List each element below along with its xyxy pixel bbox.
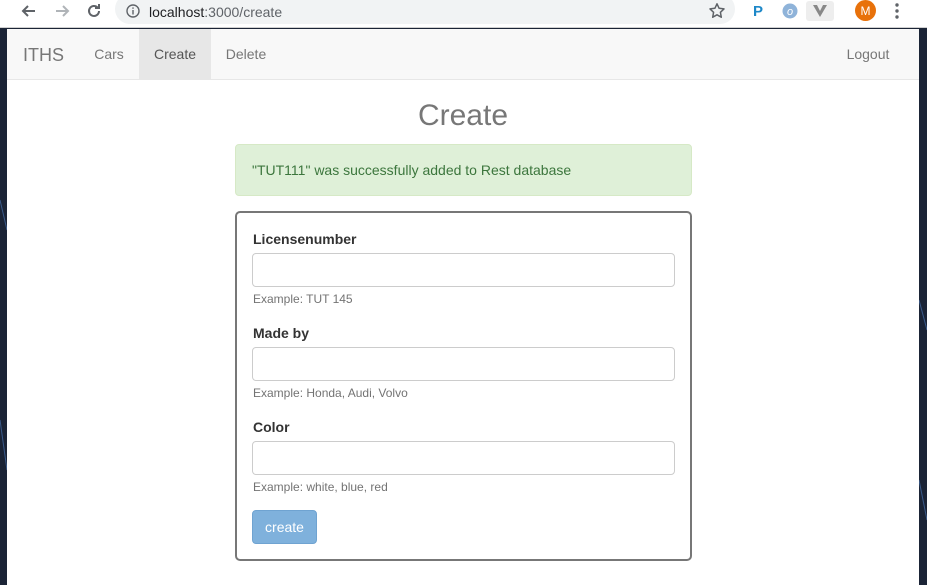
extension-v-icon[interactable]: [806, 1, 834, 21]
licensenumber-help: Example: TUT 145: [253, 292, 353, 306]
nav-item-delete[interactable]: Delete: [211, 29, 281, 79]
licensenumber-label: Licensenumber: [253, 231, 357, 247]
browser-toolbar: localhost:3000/create P o M: [0, 0, 927, 28]
extension-p-label: P: [752, 2, 763, 20]
color-help: Example: white, blue, red: [253, 480, 388, 494]
licensenumber-input[interactable]: [252, 253, 675, 287]
arrow-left-icon: [21, 5, 35, 17]
bookmark-star-icon[interactable]: [708, 2, 726, 20]
create-button[interactable]: create: [252, 510, 317, 544]
circle-extension-icon: o: [782, 3, 798, 19]
extension-o-icon[interactable]: o: [778, 1, 802, 21]
nav-item-cars[interactable]: Cars: [79, 29, 139, 79]
kebab-menu-icon[interactable]: [890, 2, 904, 20]
made-by-label: Made by: [253, 325, 310, 341]
nav-item-create[interactable]: Create: [139, 29, 211, 79]
url-text: localhost:3000/create: [149, 4, 282, 20]
create-car-form: Licensenumber Example: TUT 145 Made by E…: [235, 211, 692, 561]
extension-o-label: o: [787, 6, 793, 18]
page-viewport: ITHS Cars Create Delete Logout Create "T…: [7, 29, 919, 585]
address-bar[interactable]: localhost:3000/create: [115, 0, 735, 24]
back-button[interactable]: [17, 0, 41, 22]
forward-button[interactable]: [50, 0, 74, 22]
reload-icon: [88, 4, 100, 17]
top-navbar: ITHS Cars Create Delete Logout: [7, 29, 919, 80]
url-path: :3000/create: [204, 4, 283, 20]
color-label: Color: [253, 419, 290, 435]
made-by-input[interactable]: [252, 347, 675, 381]
brand-link[interactable]: ITHS: [23, 45, 64, 66]
extension-p-icon[interactable]: P: [746, 1, 770, 21]
v-shape-icon: [813, 5, 827, 17]
url-host: localhost: [149, 4, 205, 20]
profile-avatar[interactable]: M: [855, 0, 876, 21]
arrow-right-icon: [56, 5, 70, 17]
color-input[interactable]: [252, 441, 675, 475]
page-title: Create: [417, 99, 509, 132]
success-alert: "TUT111" was successfully added to Rest …: [235, 144, 692, 196]
logout-link[interactable]: Logout: [832, 29, 904, 79]
reload-button[interactable]: [82, 0, 106, 22]
avatar-letter: M: [860, 3, 871, 18]
made-by-help: Example: Honda, Audi, Volvo: [253, 386, 408, 400]
info-icon[interactable]: [126, 4, 140, 18]
